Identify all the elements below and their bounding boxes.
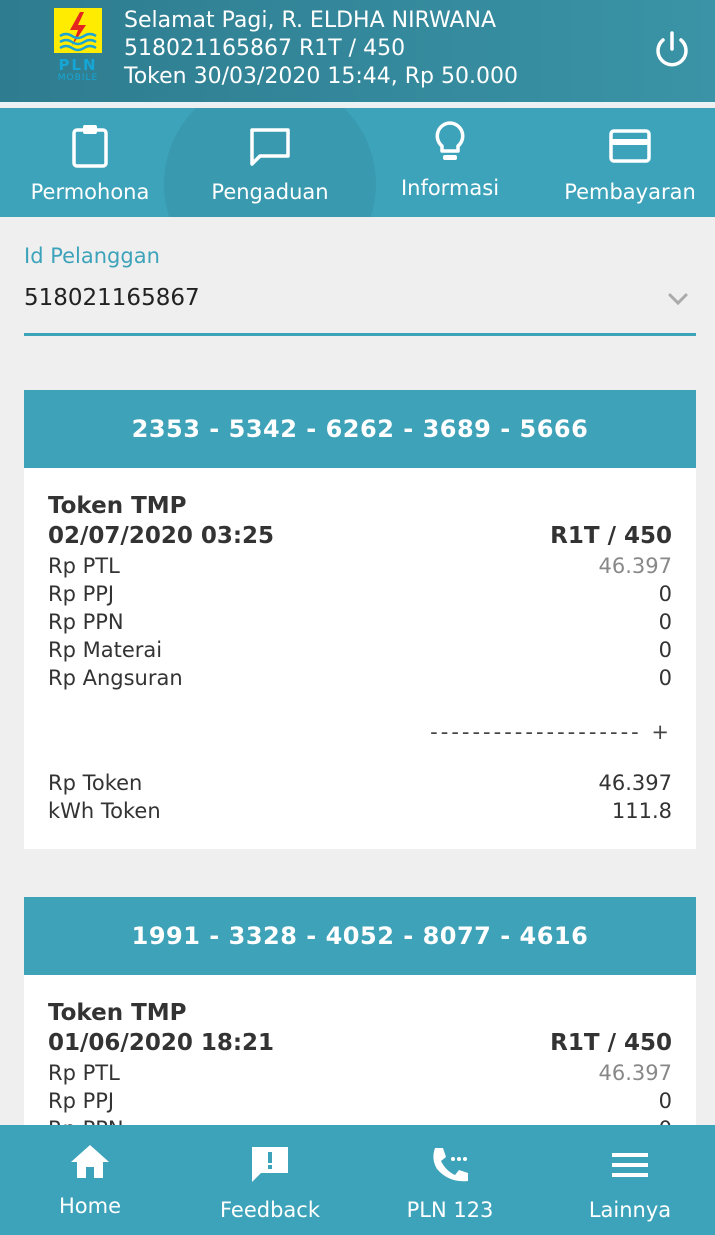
chevron-down-icon[interactable] <box>666 289 690 309</box>
row-label: Rp PTL <box>48 1061 120 1085</box>
token-number: 1991 - 3328 - 4052 - 8077 - 4616 <box>24 897 696 975</box>
token-tariff: R1T / 450 <box>550 1030 672 1056</box>
user-info: Selamat Pagi, R. ELDHA NIRWANA 518021165… <box>124 7 518 91</box>
token-datetime: 01/06/2020 18:21 <box>48 1030 275 1056</box>
separator-row: -------------------- + <box>48 718 672 746</box>
bottom-nav-label: Feedback <box>219 1198 320 1222</box>
row-value: 0 <box>658 1089 672 1113</box>
token-type: Token TMP <box>48 493 187 519</box>
logo-brand: PLN <box>58 56 98 74</box>
nav-label: Pengaduan <box>211 180 329 204</box>
nav-label: Pembayaran <box>564 180 696 204</box>
row-value: 0 <box>658 638 672 662</box>
bottom-nav: Home Feedback PLN 123 Lainnya <box>0 1125 715 1235</box>
bottom-nav-lainnya[interactable]: Lainnya <box>540 1125 715 1235</box>
row-value: 46.397 <box>598 554 672 578</box>
feedback-icon <box>252 1147 288 1182</box>
bottom-nav-label: PLN 123 <box>406 1198 494 1222</box>
nav-informasi[interactable]: Informasi <box>360 108 540 217</box>
chat-icon <box>250 128 290 166</box>
bottom-nav-pln123[interactable]: PLN 123 <box>360 1125 540 1235</box>
nav-pembayaran[interactable]: Pembayaran <box>540 108 715 217</box>
total-label: Rp Token <box>48 771 143 795</box>
detail-row: Rp PPJ 0 <box>48 580 672 608</box>
detail-row: Rp PPN 0 <box>48 608 672 636</box>
kwh-row: kWh Token 111.8 <box>48 797 672 825</box>
menu-icon <box>612 1153 648 1177</box>
row-label: Rp PPJ <box>48 582 115 606</box>
bottom-nav-label: Home <box>58 1194 121 1218</box>
bottom-nav-home[interactable]: Home <box>0 1125 180 1235</box>
top-nav: Permohona Pengaduan Informasi Pembayaran <box>0 108 715 217</box>
token-tariff: R1T / 450 <box>550 523 672 549</box>
total-row: Rp Token 46.397 <box>48 769 672 797</box>
last-token-text: Token 30/03/2020 15:44, Rp 50.000 <box>124 64 518 89</box>
token-card: 2353 - 5342 - 6262 - 3689 - 5666 Token T… <box>24 390 696 849</box>
field-underline <box>24 333 696 336</box>
id-pelanggan-select[interactable]: 518021165867 <box>24 283 200 313</box>
row-label: Rp PPJ <box>48 1089 115 1113</box>
pln-logo: PLN MOBILE <box>54 8 102 90</box>
detail-row: Rp Angsuran 0 <box>48 664 672 692</box>
clipboard-icon <box>72 125 108 168</box>
row-label: Rp PTL <box>48 554 120 578</box>
token-details: Token TMP 01/06/2020 18:21 R1T / 450 Rp … <box>24 975 696 1141</box>
row-label: Rp Materai <box>48 638 163 662</box>
row-value: 0 <box>658 582 672 606</box>
id-pelanggan-label: Id Pelanggan <box>24 244 160 268</box>
total-value: 46.397 <box>598 771 672 795</box>
bottom-nav-feedback[interactable]: Feedback <box>180 1125 360 1235</box>
detail-row: Rp PPJ 0 <box>48 1087 672 1115</box>
token-datetime: 02/07/2020 03:25 <box>48 523 275 549</box>
account-text: 518021165867 R1T / 450 <box>124 36 406 61</box>
detail-row: Rp PTL 46.397 <box>48 552 672 580</box>
bottom-nav-label: Lainnya <box>588 1198 672 1222</box>
app-header: PLN MOBILE Selamat Pagi, R. ELDHA NIRWAN… <box>0 0 715 105</box>
token-date-row: 01/06/2020 18:21 R1T / 450 <box>48 1029 672 1057</box>
row-value: 0 <box>658 666 672 690</box>
kwh-value: 111.8 <box>611 799 672 823</box>
token-type-row: Token TMP <box>48 999 672 1027</box>
power-icon <box>656 31 688 67</box>
row-value: 0 <box>658 610 672 634</box>
nav-label: Permohona <box>30 180 150 204</box>
nav-label: Informasi <box>400 176 500 200</box>
nav-permohonan[interactable]: Permohona <box>0 108 180 217</box>
row-label: Rp PPN <box>48 610 124 634</box>
greeting-text: Selamat Pagi, R. ELDHA NIRWANA <box>124 8 497 33</box>
credit-card-icon <box>609 129 651 163</box>
sum-separator: -------------------- + <box>430 720 672 744</box>
phone-icon <box>433 1148 468 1182</box>
logo-sub: MOBILE <box>57 73 99 83</box>
row-value: 46.397 <box>598 1061 672 1085</box>
detail-row: Rp PTL 46.397 <box>48 1059 672 1087</box>
token-type: Token TMP <box>48 1000 187 1026</box>
token-card: 1991 - 3328 - 4052 - 8077 - 4616 Token T… <box>24 897 696 1141</box>
token-details: Token TMP 02/07/2020 03:25 R1T / 450 Rp … <box>24 468 696 849</box>
home-icon <box>71 1145 109 1178</box>
logout-button[interactable] <box>650 28 694 72</box>
kwh-label: kWh Token <box>48 799 161 823</box>
row-label: Rp Angsuran <box>48 666 183 690</box>
token-type-row: Token TMP <box>48 492 672 520</box>
token-date-row: 02/07/2020 03:25 R1T / 450 <box>48 522 672 550</box>
nav-pengaduan[interactable]: Pengaduan <box>180 108 360 217</box>
token-number: 2353 - 5342 - 6262 - 3689 - 5666 <box>24 390 696 468</box>
lightbulb-icon <box>435 121 465 160</box>
detail-row: Rp Materai 0 <box>48 636 672 664</box>
